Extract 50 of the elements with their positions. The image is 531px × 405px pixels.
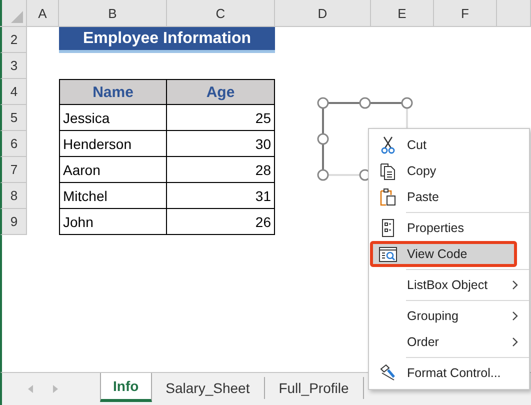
- scroll-right-icon[interactable]: [53, 385, 58, 393]
- table-cell: 26: [167, 209, 275, 235]
- column-header[interactable]: E: [371, 0, 434, 26]
- title-cell: Employee Information: [59, 27, 275, 53]
- menu-item[interactable]: Copy: [370, 158, 528, 184]
- paintbrush-icon: [379, 364, 397, 382]
- chevron-right-icon: [512, 337, 518, 347]
- row-number: 6: [0, 131, 27, 157]
- properties-icon: [382, 219, 394, 237]
- copy-icon: [380, 162, 396, 180]
- column-header[interactable]: A: [27, 0, 59, 26]
- view-code-icon: [379, 246, 397, 262]
- chevron-right-icon: [512, 280, 518, 290]
- header-cell: Age: [167, 79, 275, 105]
- row-number: 5: [0, 105, 27, 131]
- menu-item[interactable]: Paste: [370, 184, 528, 210]
- scroll-left-icon[interactable]: [28, 385, 33, 393]
- menu-item[interactable]: View Code: [370, 241, 517, 267]
- column-header[interactable]: F: [434, 0, 497, 26]
- table-cell: 30: [167, 131, 275, 157]
- table-cell: John: [59, 209, 167, 235]
- column-header[interactable]: B: [59, 0, 167, 26]
- row-number: 3: [0, 53, 27, 79]
- menu-item[interactable]: Grouping: [370, 303, 528, 329]
- sheet-tab[interactable]: Info: [100, 373, 152, 402]
- menu-item[interactable]: Properties: [370, 215, 528, 241]
- menu-item[interactable]: Order: [370, 329, 528, 355]
- menu-item[interactable]: Format Control...: [370, 360, 528, 386]
- row-number: 8: [0, 183, 27, 209]
- table-cell: Aaron: [59, 157, 167, 183]
- column-header[interactable]: D: [275, 0, 371, 26]
- chevron-right-icon: [512, 311, 518, 321]
- clipboard-icon: [380, 188, 396, 206]
- menu-item[interactable]: ListBox Object: [370, 272, 528, 298]
- column-header[interactable]: C: [167, 0, 275, 26]
- table-cell: Jessica: [59, 105, 167, 131]
- table-cell: Mitchel: [59, 183, 167, 209]
- header-cell: Name: [59, 79, 167, 105]
- row-number: 7: [0, 157, 27, 183]
- sheet-tab[interactable]: Salary_Sheet: [152, 377, 265, 399]
- table-cell: Henderson: [59, 131, 167, 157]
- table-cell: 28: [167, 157, 275, 183]
- row-number: 2: [0, 27, 27, 53]
- menu-item[interactable]: Cut: [370, 132, 528, 158]
- table-cell: 25: [167, 105, 275, 131]
- sheet-tab[interactable]: Full_Profile: [264, 377, 364, 399]
- table-cell: 31: [167, 183, 275, 209]
- scissors-icon: [381, 136, 395, 154]
- row-number: 9: [0, 209, 27, 235]
- row-number: 4: [0, 79, 27, 105]
